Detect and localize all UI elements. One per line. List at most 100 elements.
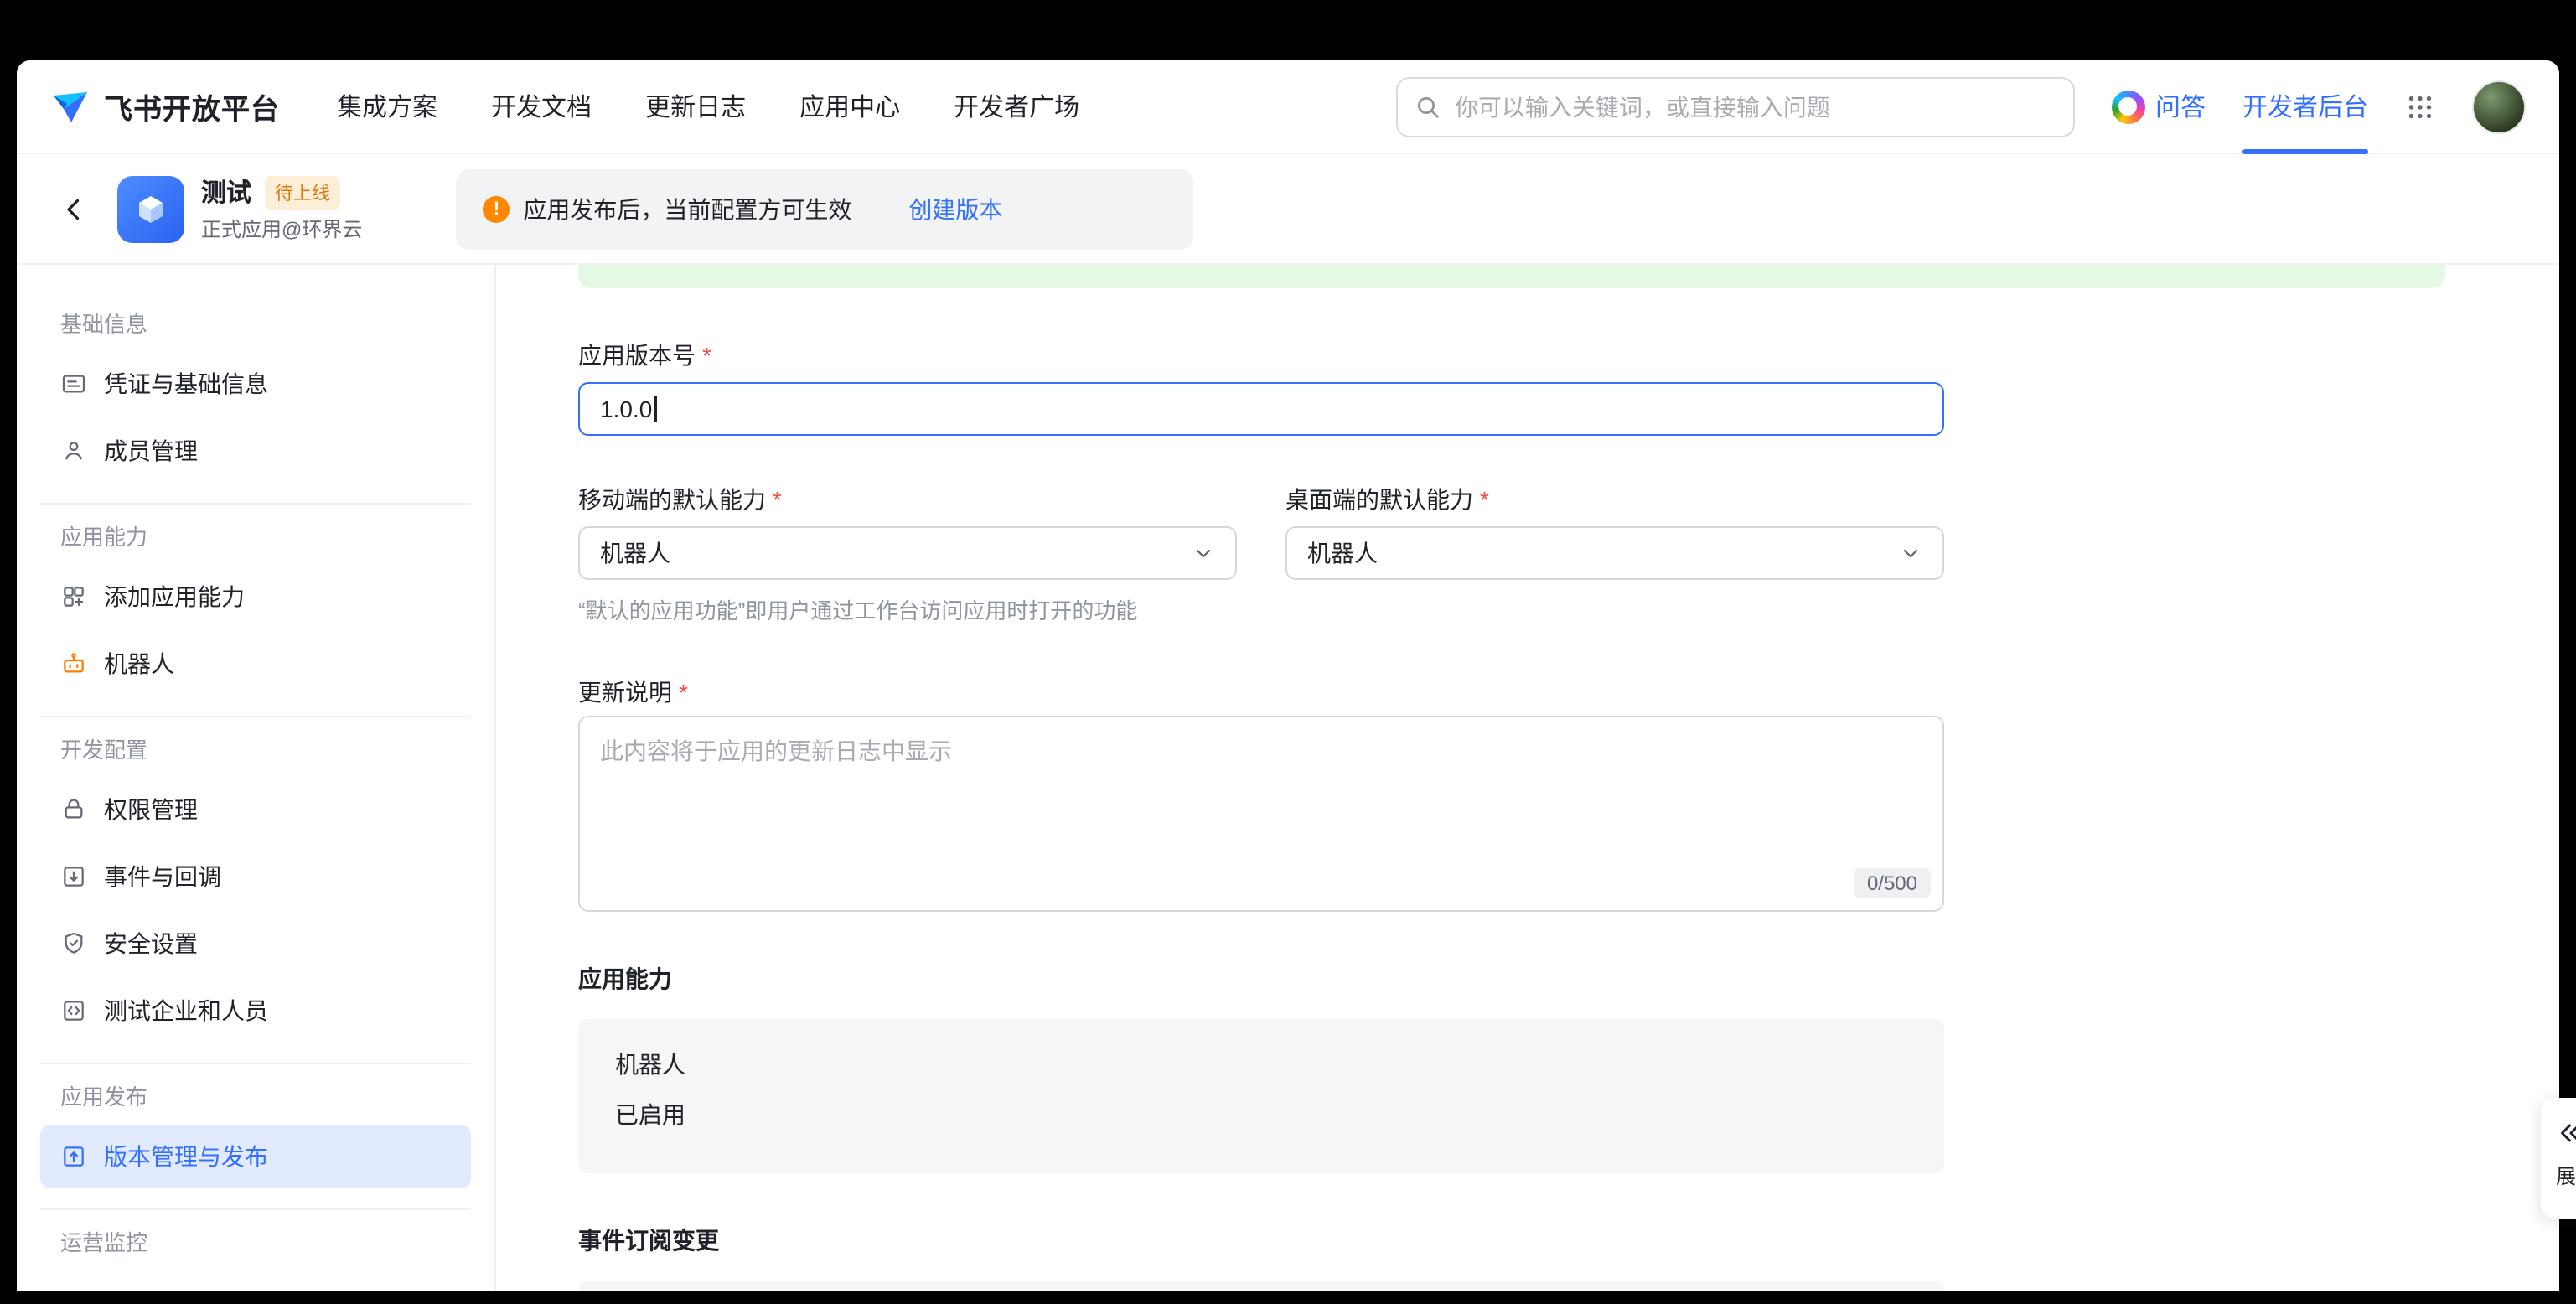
sidebar-item-bot[interactable]: 机器人 xyxy=(40,632,471,696)
mobile-capability-col: 移动端的默认能力* 机器人 xyxy=(578,483,1237,580)
sidebar-item-label: 事件与回调 xyxy=(104,860,221,893)
sidebar-item-label: 凭证与基础信息 xyxy=(104,367,268,401)
version-label: 应用版本号* xyxy=(578,339,2559,372)
sidebar-item-label: 安全设置 xyxy=(104,927,198,960)
search-icon xyxy=(1415,93,1441,120)
required-asterisk: * xyxy=(1480,483,1489,516)
header-right: 问答 开发者后台 xyxy=(2112,60,2526,153)
apps-grid-button[interactable] xyxy=(2405,91,2435,122)
sidebar-item-label: 测试企业和人员 xyxy=(104,994,268,1027)
credential-icon xyxy=(60,370,87,397)
sidebar-item-security[interactable]: 安全设置 xyxy=(40,912,471,975)
members-icon xyxy=(60,437,87,464)
desktop-capability-value: 机器人 xyxy=(1307,536,1378,570)
search-input[interactable] xyxy=(1455,93,2056,120)
notes-textarea-wrap: 0/500 xyxy=(578,716,1944,912)
sidebar-item-credentials[interactable]: 凭证与基础信息 xyxy=(40,352,471,416)
chevron-down-icon xyxy=(1899,541,1922,565)
qa-label: 问答 xyxy=(2155,89,2206,124)
nav-item-dev-plaza[interactable]: 开发者广场 xyxy=(954,89,1079,124)
expander-label: 展开 xyxy=(2556,1162,2576,1190)
sidebar-item-label: 版本管理与发布 xyxy=(104,1140,268,1173)
sidebar-item-add-capability[interactable]: 添加应用能力 xyxy=(40,565,471,629)
sidebar-item-label: 权限管理 xyxy=(104,793,198,826)
default-capability-row: 移动端的默认能力* 机器人 桌面端的默认能力* 机器人 xyxy=(578,483,2559,580)
sidebar-section-capability: 应用能力 添加应用能力 机器人 xyxy=(40,521,471,717)
notes-textarea[interactable] xyxy=(578,716,1944,912)
sidebar-section-label: 开发配置 xyxy=(40,734,471,768)
notes-label: 更新说明* xyxy=(578,675,2559,709)
sidebar-section-basic: 基础信息 凭证与基础信息 成员管理 xyxy=(40,308,471,505)
app-subtitle: 正式应用@环界云 xyxy=(201,215,362,243)
char-counter: 0/500 xyxy=(1854,868,1931,898)
nav-item-developer-console[interactable]: 开发者后台 xyxy=(2242,60,2368,153)
capability-name: 机器人 xyxy=(615,1048,1907,1081)
test-org-icon xyxy=(60,997,87,1024)
status-badge: 待上线 xyxy=(265,175,340,209)
sidebar-section-label: 基础信息 xyxy=(40,308,471,342)
nav-item-changelog[interactable]: 更新日志 xyxy=(645,89,746,124)
version-input[interactable]: 1.0.0 xyxy=(578,382,1944,436)
add-capability-icon xyxy=(60,583,87,610)
developer-console-label: 开发者后台 xyxy=(2242,89,2368,124)
search-box[interactable] xyxy=(1396,76,2075,137)
desktop-capability-label: 桌面端的默认能力* xyxy=(1285,483,1944,516)
sidebar: 基础信息 凭证与基础信息 成员管理 应用能 xyxy=(17,265,496,1291)
release-icon xyxy=(60,1143,87,1170)
sidebar-item-members[interactable]: 成员管理 xyxy=(40,419,471,483)
desktop-capability-col: 桌面端的默认能力* 机器人 xyxy=(1285,483,1944,580)
sidebar-section-label: 应用发布 xyxy=(40,1081,471,1115)
app-icon xyxy=(117,175,184,242)
sidebar-section-monitoring: 运营监控 xyxy=(40,1227,471,1287)
app-bar: 测试 待上线 正式应用@环界云 ! 应用发布后，当前配置方可生效 创建版本 xyxy=(17,154,2559,265)
desktop-capability-select[interactable]: 机器人 xyxy=(1285,526,1944,580)
events-section-title: 事件订阅变更 xyxy=(578,1224,2559,1257)
brand[interactable]: 飞书开放平台 xyxy=(50,85,280,127)
app-meta: 测试 待上线 正式应用@环界云 xyxy=(201,174,362,243)
warning-icon: ! xyxy=(483,195,510,222)
required-asterisk: * xyxy=(679,675,688,709)
notice-text: 应用发布后，当前配置方可生效 xyxy=(523,192,851,225)
browser-content: 飞书开放平台 集成方案 开发文档 更新日志 应用中心 开发者广场 问答 xyxy=(17,60,2559,1291)
sidebar-item-label: 机器人 xyxy=(104,647,174,680)
banner-text: 本次发布免审核，提交发布后即可上线使用 xyxy=(642,265,1088,268)
top-header: 飞书开放平台 集成方案 开发文档 更新日志 应用中心 开发者广场 问答 xyxy=(17,60,2559,154)
events-box xyxy=(578,1281,1944,1291)
panel-expander[interactable]: 展开 xyxy=(2541,1098,2576,1219)
create-version-link[interactable]: 创建版本 xyxy=(908,192,1002,225)
capability-hint: “默认的应用功能”即用户通过工作台访问应用时打开的功能 xyxy=(578,593,2559,625)
event-callback-icon xyxy=(60,863,87,890)
sidebar-item-test-org[interactable]: 测试企业和人员 xyxy=(40,979,471,1043)
screen: 飞书开放平台 集成方案 开发文档 更新日志 应用中心 开发者广场 问答 xyxy=(0,0,2576,1304)
body: 基础信息 凭证与基础信息 成员管理 应用能 xyxy=(17,265,2559,1291)
nav-item-app-center[interactable]: 应用中心 xyxy=(799,89,900,124)
permission-icon xyxy=(60,796,87,823)
capability-status: 已启用 xyxy=(615,1098,1907,1131)
chevron-down-icon xyxy=(1192,541,1215,565)
main-content: 本次发布免审核，提交发布后即可上线使用 应用版本号* 1.0.0 移动端的默认能… xyxy=(496,265,2559,1291)
security-icon xyxy=(60,930,87,957)
robot-icon xyxy=(60,650,87,677)
avatar[interactable] xyxy=(2472,80,2526,133)
sidebar-item-permissions[interactable]: 权限管理 xyxy=(40,778,471,841)
mobile-capability-select[interactable]: 机器人 xyxy=(578,526,1237,580)
version-value: 1.0.0 xyxy=(600,396,652,422)
nav-item-docs[interactable]: 开发文档 xyxy=(491,89,592,124)
sidebar-section-dev-config: 开发配置 权限管理 事件与回调 xyxy=(40,734,471,1064)
back-icon xyxy=(59,194,89,224)
sidebar-item-version-release[interactable]: 版本管理与发布 xyxy=(40,1125,471,1188)
nav-item-solutions[interactable]: 集成方案 xyxy=(337,89,437,124)
app-name: 测试 xyxy=(201,174,251,210)
mobile-capability-value: 机器人 xyxy=(600,536,670,570)
qa-link[interactable]: 问答 xyxy=(2112,89,2206,124)
text-caret xyxy=(654,396,656,422)
required-asterisk: * xyxy=(773,483,782,516)
notice-bar: ! 应用发布后，当前配置方可生效 创建版本 xyxy=(456,168,1193,249)
sidebar-section-label: 运营监控 xyxy=(40,1227,471,1260)
feishu-logo-icon xyxy=(50,86,91,127)
cube-icon xyxy=(131,189,171,229)
sidebar-item-events-callbacks[interactable]: 事件与回调 xyxy=(40,845,471,908)
main-nav: 集成方案 开发文档 更新日志 应用中心 开发者广场 xyxy=(337,89,1079,124)
sidebar-section-release: 应用发布 版本管理与发布 xyxy=(40,1081,471,1210)
back-button[interactable] xyxy=(50,185,97,232)
